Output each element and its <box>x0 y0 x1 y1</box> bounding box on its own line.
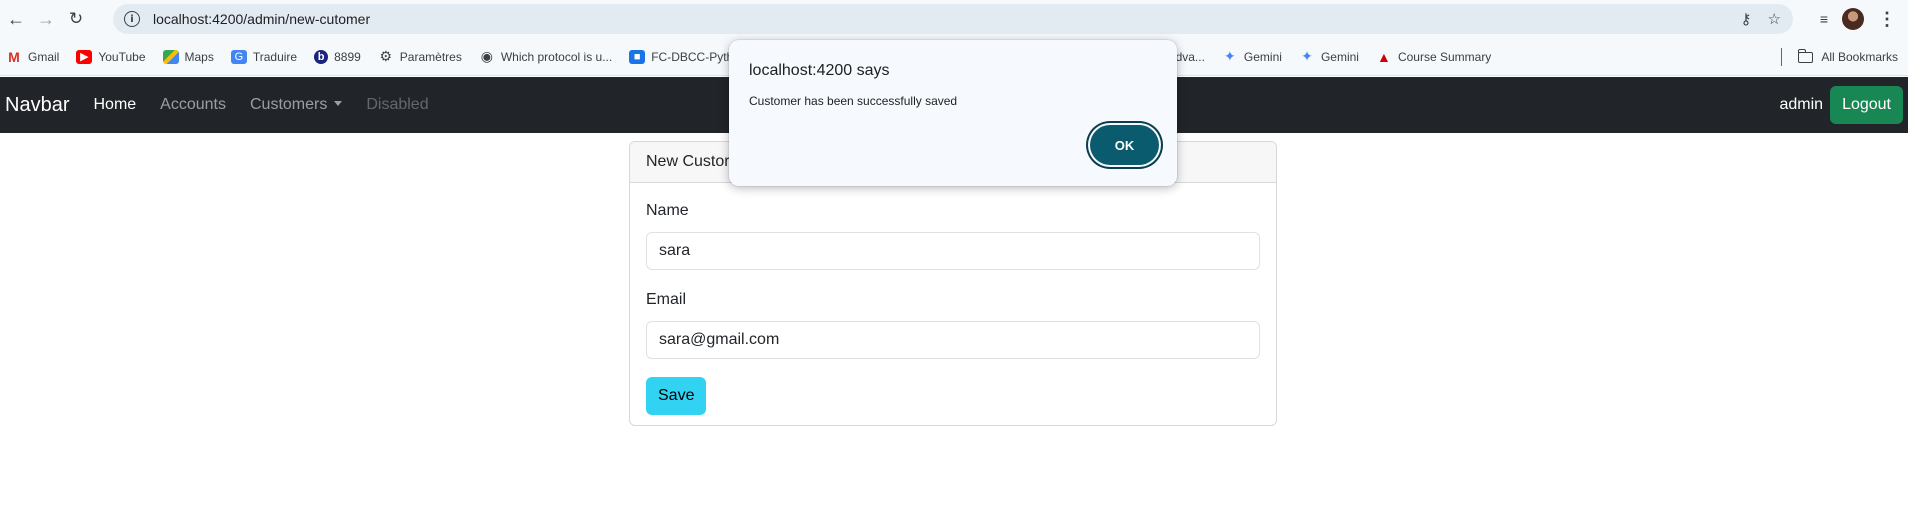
bookmark-gmail[interactable]: M Gmail <box>6 48 60 65</box>
redhat-icon: ▲ <box>1377 48 1391 65</box>
navbar-brand[interactable]: Navbar <box>5 94 69 117</box>
site-info-icon[interactable]: i <box>124 11 140 27</box>
gemini-icon: ✦ <box>1301 48 1313 64</box>
all-bookmarks[interactable]: All Bookmarks <box>1781 38 1898 76</box>
logout-button[interactable]: Logout <box>1830 86 1903 124</box>
nav-disabled: Disabled <box>366 96 429 113</box>
bookmark-traduire[interactable]: G Traduire <box>230 49 298 64</box>
bookmark-label: Course Summary <box>1397 49 1492 64</box>
bookmarks-divider <box>1781 48 1783 66</box>
youtube-icon: ▶ <box>76 49 93 64</box>
bookmark-which-protocol[interactable]: ◉ Which protocol is u... <box>479 48 613 64</box>
card-body: Name sara Email sara@gmail.com Save <box>630 183 1276 425</box>
dialog-message: Customer has been successfully saved <box>749 94 958 108</box>
reload-icon[interactable]: ↻ <box>61 4 91 34</box>
bookmark-label: Gmail <box>28 49 60 64</box>
bookmark-gemini-2[interactable]: ✦ Gemini <box>1299 48 1359 64</box>
name-label: Name <box>646 202 689 219</box>
bookmark-label: Which protocol is u... <box>500 49 613 64</box>
bookmark-label: Traduire <box>252 49 298 64</box>
all-bookmarks-label: All Bookmarks <box>1821 50 1898 64</box>
bookmark-course-summary[interactable]: ▲ Course Summary <box>1376 48 1492 65</box>
alert-dialog: localhost:4200 says Customer has been su… <box>729 40 1177 186</box>
bookmark-dva[interactable]: dva... <box>1176 50 1205 64</box>
browser-toolbar: ← → ↻ i localhost:4200/admin/new-cutomer… <box>0 0 1908 38</box>
bookmark-label: Gemini <box>1320 49 1359 64</box>
save-button[interactable]: Save <box>646 377 707 415</box>
navbar-user-area: admin Logout <box>1779 85 1903 125</box>
globe-icon: ◉ <box>480 48 493 64</box>
bookmark-label: dva... <box>1175 49 1205 64</box>
maps-icon <box>162 49 179 64</box>
gmail-icon: M <box>8 48 20 65</box>
id-card-icon: ■ <box>629 49 646 64</box>
bookmark-label: Paramètres <box>399 49 462 64</box>
nav-accounts[interactable]: Accounts <box>160 96 226 114</box>
gear-icon: ⚙ <box>379 48 393 64</box>
bookmark-youtube[interactable]: ▶ YouTube <box>76 49 146 64</box>
bookmark-label: Gemini <box>1243 49 1282 64</box>
bookmark-parametres[interactable]: ⚙ Paramètres <box>378 48 462 64</box>
name-input[interactable]: sara <box>646 232 1260 270</box>
omnibox-actions: ⚷ ☆ <box>1741 4 1781 34</box>
email-input[interactable]: sara@gmail.com <box>646 321 1260 359</box>
toolbar-right: ≡ ⋮ <box>1820 0 1908 38</box>
bookmark-label: Maps <box>184 49 214 64</box>
nav-customers-dropdown[interactable]: Customers <box>249 96 343 114</box>
reading-list-icon[interactable]: ≡ <box>1820 11 1828 27</box>
password-key-icon[interactable]: ⚷ <box>1741 10 1752 28</box>
nav-home[interactable]: Home <box>93 96 136 114</box>
translate-icon: G <box>230 49 247 64</box>
bookmark-label: YouTube <box>98 49 146 64</box>
bookmark-star-icon[interactable]: ☆ <box>1768 10 1781 28</box>
ok-button[interactable]: OK <box>1090 125 1159 165</box>
forward-arrow-icon[interactable]: → <box>31 4 61 34</box>
b-icon: b <box>314 49 329 64</box>
folder-icon <box>1797 48 1814 63</box>
nav-customers-label: Customers <box>249 96 328 113</box>
bookmark-gemini-1[interactable]: ✦ Gemini <box>1222 48 1282 64</box>
profile-avatar[interactable] <box>1842 8 1864 30</box>
bookmark-maps[interactable]: Maps <box>162 49 214 64</box>
bookmark-8899[interactable]: b 8899 <box>314 49 361 64</box>
back-arrow-icon[interactable]: ← <box>1 4 31 34</box>
email-label: Email <box>646 291 687 308</box>
dialog-title: localhost:4200 says <box>749 62 890 79</box>
caret-down-icon <box>334 101 343 106</box>
url-text[interactable]: localhost:4200/admin/new-cutomer <box>153 11 370 27</box>
address-bar[interactable]: i localhost:4200/admin/new-cutomer ⚷ ☆ <box>113 4 1793 34</box>
gemini-icon: ✦ <box>1224 48 1236 64</box>
bookmark-label: 8899 <box>334 49 361 64</box>
browser-menu-icon[interactable]: ⋮ <box>1878 9 1896 30</box>
username: admin <box>1779 96 1824 113</box>
